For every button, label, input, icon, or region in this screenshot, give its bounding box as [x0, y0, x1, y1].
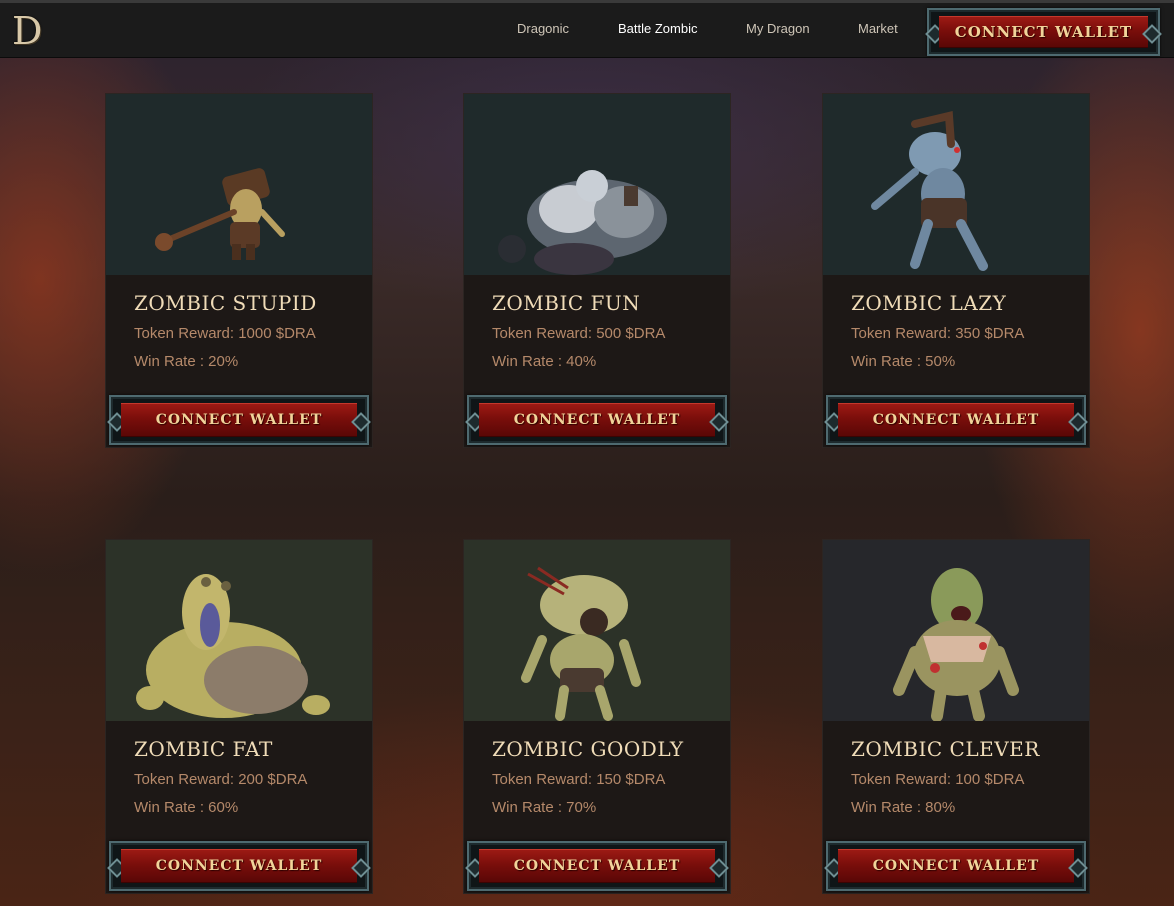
zombie-card-goodly: ZOMBIC GOODLY Token Reward: 150 $DRA Win…: [463, 539, 731, 894]
header-connect-wallet-button[interactable]: CONNECT WALLET: [927, 8, 1160, 56]
connect-wallet-face: CONNECT WALLET: [479, 403, 715, 437]
zombie-stupid-figure: [155, 168, 285, 260]
connect-wallet-button[interactable]: CONNECT WALLET: [467, 841, 727, 891]
zombie-fun-figure: [498, 170, 667, 275]
win-rate: Win Rate : 60%: [134, 799, 239, 816]
zombie-card-stupid: ZOMBIC STUPID Token Reward: 1000 $DRA Wi…: [105, 93, 373, 448]
connect-wallet-button[interactable]: CONNECT WALLET: [826, 841, 1086, 891]
connect-wallet-label: CONNECT WALLET: [513, 858, 681, 874]
win-rate: Win Rate : 40%: [492, 353, 597, 370]
connect-wallet-face: CONNECT WALLET: [479, 849, 715, 883]
zombie-clever-figure: [893, 568, 1019, 721]
token-reward: Token Reward: 100 $DRA: [851, 771, 1025, 788]
nav-market[interactable]: Market: [858, 21, 898, 36]
connect-wallet-label: CONNECT WALLET: [872, 412, 1040, 428]
header-connect-wallet-label: CONNECT WALLET: [954, 23, 1133, 41]
zombie-name: ZOMBIC FAT: [134, 737, 273, 761]
header-connect-wallet-face: CONNECT WALLET: [939, 16, 1148, 48]
zombie-name: ZOMBIC LAZY: [851, 291, 1007, 315]
connect-wallet-button[interactable]: CONNECT WALLET: [109, 395, 369, 445]
zombie-lazy-figure: [871, 111, 988, 271]
zombie-name: ZOMBIC CLEVER: [851, 737, 1040, 761]
connect-wallet-label: CONNECT WALLET: [513, 412, 681, 428]
win-rate: Win Rate : 50%: [851, 353, 956, 370]
connect-wallet-button[interactable]: CONNECT WALLET: [109, 841, 369, 891]
nav-battle-zombic[interactable]: Battle Zombic: [618, 21, 697, 36]
token-reward: Token Reward: 200 $DRA: [134, 771, 308, 788]
token-reward: Token Reward: 350 $DRA: [851, 325, 1025, 342]
zombie-image-goodly: [464, 540, 730, 721]
win-rate: Win Rate : 80%: [851, 799, 956, 816]
zombie-image-fat: [106, 540, 372, 721]
connect-wallet-label: CONNECT WALLET: [155, 412, 323, 428]
connect-wallet-face: CONNECT WALLET: [121, 403, 357, 437]
token-reward: Token Reward: 500 $DRA: [492, 325, 666, 342]
connect-wallet-button[interactable]: CONNECT WALLET: [826, 395, 1086, 445]
zombie-name: ZOMBIC FUN: [492, 291, 641, 315]
zombie-name: ZOMBIC GOODLY: [492, 737, 684, 761]
connect-wallet-face: CONNECT WALLET: [838, 403, 1074, 437]
dragonic-logo[interactable]: D: [12, 9, 52, 53]
token-reward: Token Reward: 150 $DRA: [492, 771, 666, 788]
zombie-goodly-figure: [521, 566, 641, 721]
connect-wallet-face: CONNECT WALLET: [838, 849, 1074, 883]
zombie-image-fun: [464, 94, 730, 275]
zombie-card-fun: ZOMBIC FUN Token Reward: 500 $DRA Win Ra…: [463, 93, 731, 448]
nav-dragonic[interactable]: Dragonic: [517, 21, 569, 36]
zombie-fat-figure: [136, 574, 330, 718]
connect-wallet-face: CONNECT WALLET: [121, 849, 357, 883]
nav-my-dragon[interactable]: My Dragon: [746, 21, 810, 36]
top-navbar: D Dragonic Battle Zombic My Dragon Marke…: [0, 0, 1174, 58]
zombie-image-stupid: [106, 94, 372, 275]
zombie-card-lazy: ZOMBIC LAZY Token Reward: 350 $DRA Win R…: [822, 93, 1090, 448]
zombie-image-clever: [823, 540, 1089, 721]
token-reward: Token Reward: 1000 $DRA: [134, 325, 316, 342]
connect-wallet-label: CONNECT WALLET: [155, 858, 323, 874]
win-rate: Win Rate : 20%: [134, 353, 239, 370]
connect-wallet-label: CONNECT WALLET: [872, 858, 1040, 874]
zombie-card-clever: ZOMBIC CLEVER Token Reward: 100 $DRA Win…: [822, 539, 1090, 894]
zombie-image-lazy: [823, 94, 1089, 275]
zombie-card-fat: ZOMBIC FAT Token Reward: 200 $DRA Win Ra…: [105, 539, 373, 894]
win-rate: Win Rate : 70%: [492, 799, 597, 816]
connect-wallet-button[interactable]: CONNECT WALLET: [467, 395, 727, 445]
zombie-name: ZOMBIC STUPID: [134, 291, 317, 315]
